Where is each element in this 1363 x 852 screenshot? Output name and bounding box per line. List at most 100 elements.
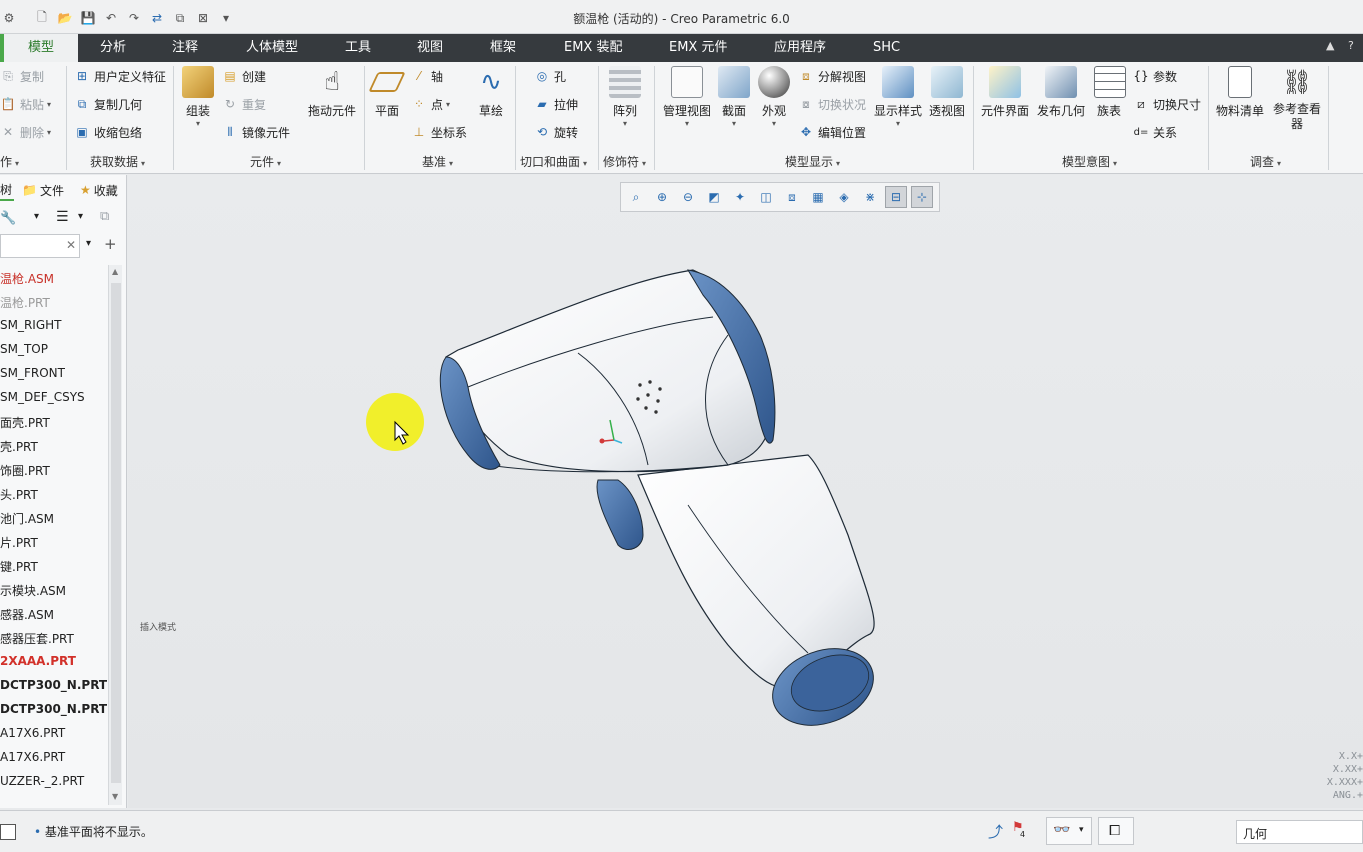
datum-axis-button[interactable]: ⁄ 轴 — [411, 66, 443, 86]
relations-button[interactable]: d= 关系 — [1133, 122, 1177, 142]
tree-item[interactable]: SM_TOP — [0, 342, 48, 356]
manage-views-button[interactable]: 管理视图 ▾ — [660, 66, 714, 128]
tree-item[interactable]: SM_RIGHT — [0, 318, 62, 332]
group-label-operations[interactable]: 作 ▾ — [0, 153, 19, 170]
group-label-datum[interactable]: 基准 ▾ — [422, 153, 453, 170]
tree-item[interactable]: 池门.ASM — [0, 510, 54, 527]
component-interface-button[interactable]: 元件界面 — [980, 66, 1030, 119]
clear-search-icon[interactable]: ✕ — [66, 238, 76, 252]
tab-view[interactable]: 视图 — [413, 34, 447, 62]
tree-item[interactable]: UZZER-_2.PRT — [0, 774, 84, 788]
publish-geometry-button[interactable]: 发布几何 — [1036, 66, 1086, 119]
tree-item[interactable]: 面壳.PRT — [0, 414, 50, 431]
group-label-modifiers[interactable]: 修饰符 ▾ — [603, 153, 646, 170]
pattern-button[interactable]: 阵列 ▾ — [608, 66, 642, 128]
tree-item[interactable]: DCTP300_N.PRT — [0, 678, 107, 692]
scroll-down-icon[interactable]: ▼ — [112, 792, 118, 801]
tree-item[interactable]: 键.PRT — [0, 558, 38, 575]
toggle-status-button[interactable]: ⧇ 切换状况 — [798, 94, 866, 114]
assemble-button[interactable]: 组装 ▾ — [180, 66, 216, 128]
tab-model-tree[interactable]: 树 — [0, 179, 14, 201]
tab-shc[interactable]: SHC — [869, 34, 904, 62]
group-label-model-intent[interactable]: 模型意图 ▾ — [1062, 153, 1117, 170]
tab-analysis[interactable]: 分析 — [96, 34, 130, 62]
tab-model[interactable]: 模型 — [4, 34, 78, 62]
tree-item[interactable]: 2XAAA.PRT — [0, 654, 76, 668]
section-button[interactable]: 截面 ▾ — [718, 66, 750, 128]
switch-dimensions-button[interactable]: ⧄ 切换尺寸 — [1133, 94, 1201, 114]
datum-plane-button[interactable]: 平面 — [368, 66, 406, 119]
regenerate-status-icon[interactable]: ⤴ — [988, 821, 1003, 842]
delete-button[interactable]: ✕ 删除 ▾ — [0, 122, 51, 142]
tree-item[interactable]: SM_FRONT — [0, 366, 65, 380]
explode-view-button[interactable]: ⧈ 分解视图 — [798, 66, 866, 86]
repeat-button[interactable]: ↻ 重复 — [222, 94, 266, 114]
udf-button[interactable]: ⊞ 用户定义特征 — [74, 66, 166, 86]
thermometer-gun-model[interactable] — [128, 175, 1363, 808]
tree-item[interactable]: A17X6.PRT — [0, 750, 65, 764]
scroll-thumb[interactable] — [111, 283, 121, 783]
hole-button[interactable]: ◎ 孔 — [534, 66, 566, 86]
selection-button[interactable]: ⧠ — [1098, 817, 1134, 845]
sketch-button[interactable]: ∿ 草绘 — [474, 66, 508, 119]
family-table-button[interactable]: 族表 — [1094, 66, 1126, 119]
copy-geometry-button[interactable]: ⧉ 复制几何 — [74, 94, 142, 114]
tree-item[interactable]: SM_DEF_CSYS — [0, 390, 85, 404]
tree-item[interactable]: DCTP300_N.PRT — [0, 702, 107, 716]
tab-applications[interactable]: 应用程序 — [770, 34, 830, 62]
tab-human-model[interactable]: 人体模型 — [242, 34, 302, 62]
tab-emx-component[interactable]: EMX 元件 — [665, 34, 731, 62]
tree-item[interactable]: 头.PRT — [0, 486, 38, 503]
tree-search-input[interactable]: ✕ — [0, 234, 80, 258]
tree-scrollbar[interactable]: ▲ ▼ — [108, 265, 122, 805]
group-label-investigate[interactable]: 调查 ▾ — [1250, 153, 1281, 170]
tree-item[interactable]: 温枪.PRT — [0, 294, 50, 311]
group-label-get-data[interactable]: 获取数据 ▾ — [90, 153, 145, 170]
copy-button[interactable]: ⎘ 复制 — [0, 66, 44, 86]
toggle-navigator-icon[interactable] — [0, 824, 16, 840]
perspective-view-button[interactable]: 透视图 — [928, 66, 966, 119]
revolve-button[interactable]: ⟲ 旋转 — [534, 122, 578, 142]
datum-point-button[interactable]: ⁘ 点 ▾ — [411, 94, 450, 114]
find-button[interactable]: 👓 ▾ — [1046, 817, 1092, 845]
show-dropdown-icon[interactable]: ▾ — [78, 211, 83, 222]
datum-csys-button[interactable]: ⊥ 坐标系 — [411, 122, 467, 142]
group-label-cut-surface[interactable]: 切口和曲面 ▾ — [520, 153, 587, 170]
create-button[interactable]: ▤ 创建 — [222, 66, 266, 86]
tree-item[interactable]: 温枪.ASM — [0, 270, 54, 287]
group-label-component[interactable]: 元件 ▾ — [250, 153, 281, 170]
search-dropdown-icon[interactable]: ▾ — [86, 238, 91, 249]
bom-button[interactable]: 物料清单 — [1214, 66, 1266, 119]
tab-tools[interactable]: 工具 — [341, 34, 375, 62]
tree-filter-icon[interactable]: ⧉ — [100, 209, 109, 224]
tab-folder-browser[interactable]: 📁 文件 — [22, 179, 64, 201]
tab-annotate[interactable]: 注释 — [168, 34, 202, 62]
tree-item[interactable]: 片.PRT — [0, 534, 38, 551]
tree-item[interactable]: 壳.PRT — [0, 438, 38, 455]
shrinkwrap-button[interactable]: ▣ 收缩包络 — [74, 122, 142, 142]
help-icon[interactable]: ? — [1348, 39, 1354, 52]
extrude-button[interactable]: ▰ 拉伸 — [534, 94, 578, 114]
add-icon[interactable]: + — [104, 235, 117, 253]
group-label-model-display[interactable]: 模型显示 ▾ — [785, 153, 840, 170]
reference-viewer-button[interactable]: ⛓ 参考查看器 — [1270, 66, 1324, 132]
collapse-ribbon-icon[interactable]: ▲ — [1326, 39, 1334, 52]
edit-position-button[interactable]: ✥ 编辑位置 — [798, 122, 866, 142]
settings-tools-icon[interactable]: 🔧 — [0, 211, 16, 226]
tree-item[interactable]: 饰圈.PRT — [0, 462, 50, 479]
graphics-viewport[interactable]: ⌕ ⊕ ⊖ ◩ ✦ ◫ ⧈ ▦ ◈ ⋇ ⊟ ⊹ 插入模式 X.X+ X.XX+ … — [128, 175, 1363, 808]
tree-item[interactable]: 示模块.ASM — [0, 582, 66, 599]
paste-button[interactable]: 📋 粘贴 ▾ — [0, 94, 52, 114]
parameters-button[interactable]: {} 参数 — [1133, 66, 1177, 86]
show-list-icon[interactable]: ☰ — [56, 209, 69, 225]
tab-favorites[interactable]: ★ 收藏 — [80, 179, 118, 201]
tree-item[interactable]: 感器压套.PRT — [0, 630, 74, 647]
tree-item[interactable]: A17X6.PRT — [0, 726, 65, 740]
mirror-component-button[interactable]: ⫴ 镜像元件 — [222, 122, 290, 142]
tree-item[interactable]: 感器.ASM — [0, 606, 54, 623]
settings-dropdown-icon[interactable]: ▾ — [34, 211, 39, 222]
tab-emx-assembly[interactable]: EMX 装配 — [560, 34, 626, 62]
selection-filter-select[interactable]: 几何 — [1236, 820, 1363, 844]
appearance-button[interactable]: 外观 ▾ — [757, 66, 791, 128]
display-style-button[interactable]: 显示样式 ▾ — [873, 66, 923, 128]
